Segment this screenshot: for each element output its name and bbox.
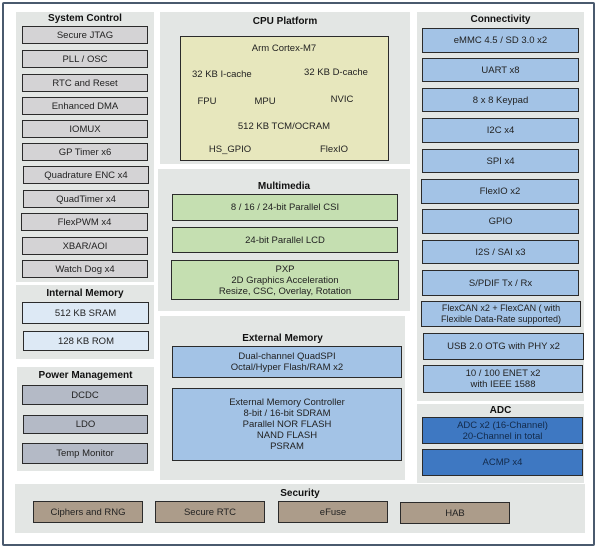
block-efuse: eFuse xyxy=(278,501,388,523)
block-iomux: IOMUX xyxy=(22,120,148,138)
block-usb-otg: USB 2.0 OTG with PHY x2 xyxy=(423,333,584,360)
power-management-panel: Power Management DCDC LDO Temp Monitor xyxy=(17,367,154,471)
block-parallel-lcd: 24-bit Parallel LCD xyxy=(172,227,398,253)
block-gp-timer: GP Timer x6 xyxy=(22,143,148,161)
cpu-platform-panel: CPU Platform Arm Cortex-M7 32 KB I-cache… xyxy=(160,12,410,164)
block-i2s-sai: I2S / SAI x3 xyxy=(422,240,579,264)
block-spi: SPI x4 xyxy=(422,149,579,173)
block-rtc-reset: RTC and Reset xyxy=(22,74,148,92)
block-emmc-sd: eMMC 4.5 / SD 3.0 x2 xyxy=(422,28,579,53)
cpu-cell-icache: 32 KB I-cache xyxy=(182,62,282,86)
power-management-title: Power Management xyxy=(38,370,133,381)
multimedia-title: Multimedia xyxy=(257,181,311,192)
cpu-cell-hs-gpio: HS_GPIO xyxy=(182,139,278,160)
block-pll-osc: PLL / OSC xyxy=(22,50,148,68)
block-hab: HAB xyxy=(400,502,510,524)
block-temp-monitor: Temp Monitor xyxy=(22,443,148,464)
cpu-cell-core: Arm Cortex-M7 xyxy=(182,38,386,59)
block-ciphers-rng: Ciphers and RNG xyxy=(33,501,143,523)
cpu-cell-fpu: FPU xyxy=(182,89,232,113)
cpu-cell-mpu: MPU xyxy=(236,89,294,113)
multimedia-panel: Multimedia 8 / 16 / 24-bit Parallel CSI … xyxy=(158,169,410,311)
block-flexcan: FlexCAN x2 + FlexCAN ( with Flexible Dat… xyxy=(421,301,581,327)
external-memory-panel: External Memory Dual-channel QuadSPI Oct… xyxy=(160,316,405,480)
security-title: Security xyxy=(280,488,320,499)
cpu-platform-title: CPU Platform xyxy=(252,16,318,27)
block-enhanced-dma: Enhanced DMA xyxy=(22,97,148,115)
block-128kb-rom: 128 KB ROM xyxy=(23,331,149,351)
block-watch-dog: Watch Dog x4 xyxy=(22,260,148,278)
block-flexpwm: FlexPWM x4 xyxy=(21,213,148,231)
block-enet: 10 / 100 ENET x2 with IEEE 1588 xyxy=(423,365,583,393)
adc-title: ADC xyxy=(489,405,512,416)
block-acmp: ACMP x4 xyxy=(422,449,583,476)
block-secure-rtc: Secure RTC xyxy=(155,501,265,523)
internal-memory-title: Internal Memory xyxy=(46,288,124,299)
security-panel: Security Ciphers and RNG Secure RTC eFus… xyxy=(15,484,585,533)
cpu-core-block: Arm Cortex-M7 32 KB I-cache 32 KB D-cach… xyxy=(180,36,389,161)
cpu-cell-nvic: NVIC xyxy=(298,89,386,110)
cpu-cell-flexio: FlexIO xyxy=(282,139,386,160)
block-pxp: PXP 2D Graphics Acceleration Resize, CSC… xyxy=(171,260,399,300)
system-control-title: System Control xyxy=(48,13,122,24)
adc-panel: ADC ADC x2 (16-Channel) 20-Channel in to… xyxy=(417,404,584,483)
connectivity-title: Connectivity xyxy=(470,14,531,25)
block-spdif: S/PDIF Tx / Rx xyxy=(422,270,579,296)
cpu-cell-dcache: 32 KB D-cache xyxy=(286,62,386,83)
system-control-panel: System Control Secure JTAG PLL / OSC RTC… xyxy=(16,12,154,282)
block-quadtimer: QuadTimer x4 xyxy=(23,190,149,208)
block-xbar-aoi: XBAR/AOI xyxy=(22,237,148,255)
block-flexio-x2: FlexIO x2 xyxy=(421,179,579,204)
block-parallel-csi: 8 / 16 / 24-bit Parallel CSI xyxy=(172,194,398,221)
block-external-memory-controller: External Memory Controller 8-bit / 16-bi… xyxy=(172,388,402,461)
external-memory-title: External Memory xyxy=(242,333,323,344)
block-dcdc: DCDC xyxy=(22,385,148,405)
block-secure-jtag: Secure JTAG xyxy=(22,26,148,44)
cpu-cell-tcm: 512 KB TCM/OCRAM xyxy=(182,115,386,137)
block-ldo: LDO xyxy=(23,415,148,434)
block-uart: UART x8 xyxy=(422,58,579,82)
connectivity-panel: Connectivity eMMC 4.5 / SD 3.0 x2 UART x… xyxy=(417,12,584,401)
block-quadrature-enc: Quadrature ENC x4 xyxy=(23,166,149,184)
block-adc: ADC x2 (16-Channel) 20-Channel in total xyxy=(422,417,583,444)
block-512kb-sram: 512 KB SRAM xyxy=(22,302,149,324)
block-keypad: 8 x 8 Keypad xyxy=(422,88,579,112)
internal-memory-panel: Internal Memory 512 KB SRAM 128 KB ROM xyxy=(16,285,154,359)
block-i2c: I2C x4 xyxy=(422,118,579,143)
block-quadspi: Dual-channel QuadSPI Octal/Hyper Flash/R… xyxy=(172,346,402,378)
block-gpio: GPIO xyxy=(422,209,579,234)
